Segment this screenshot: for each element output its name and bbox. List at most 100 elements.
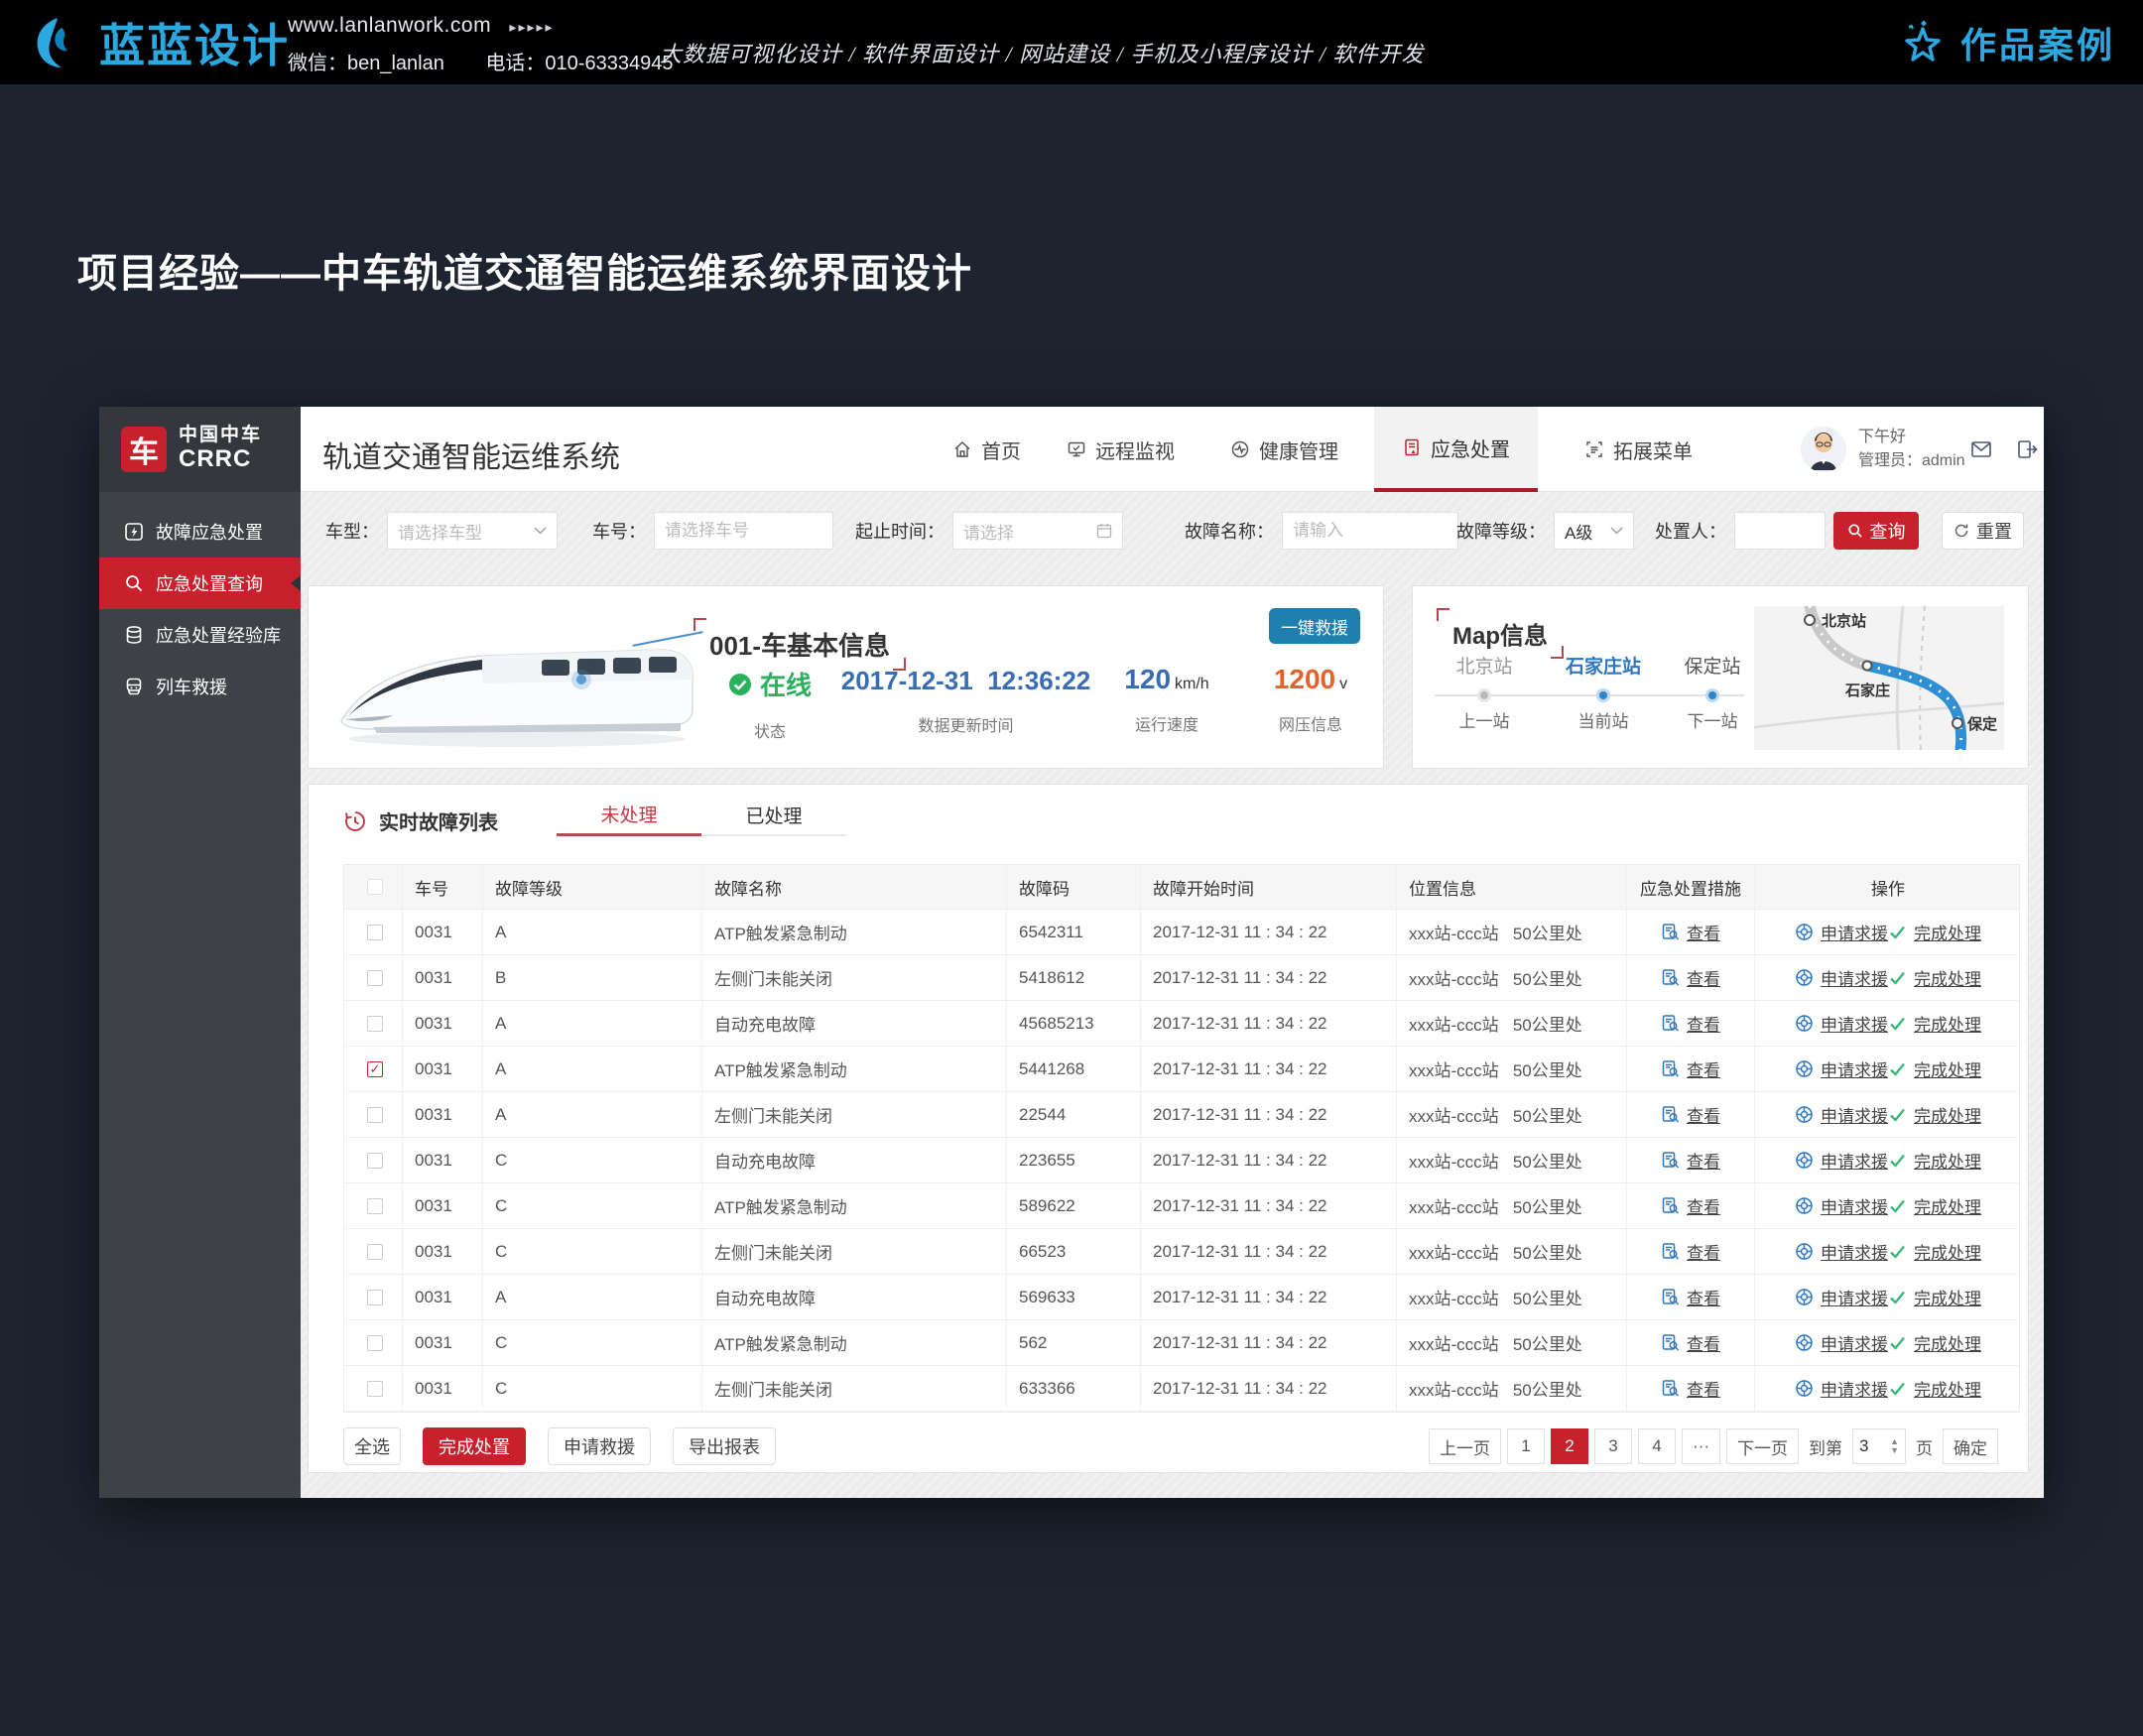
row-checkbox[interactable]: ✓ (367, 1061, 383, 1077)
avatar[interactable] (1801, 427, 1846, 472)
sidebar-item-fault-emergency[interactable]: 故障应急处置 (99, 506, 301, 558)
cell-fault-name: 自动充电故障 (702, 1275, 1007, 1319)
request-rescue-action[interactable]: 申请求援 (1795, 1239, 1888, 1264)
filter-label: 车号： (592, 518, 646, 544)
confirm-page-button[interactable]: 确定 (1943, 1428, 1998, 1464)
view-action[interactable]: 查看 (1661, 1376, 1720, 1401)
row-checkbox[interactable] (367, 1290, 383, 1305)
view-action[interactable]: 查看 (1661, 1239, 1720, 1264)
fault-level-select[interactable]: A级 (1554, 512, 1634, 550)
cell-car-no: 0031 (403, 1047, 483, 1091)
cell-fault-name: 左侧门未能关闭 (702, 1092, 1007, 1137)
page-button[interactable]: 1 (1507, 1428, 1545, 1464)
mail-icon[interactable] (1969, 437, 1993, 461)
time-range-picker[interactable]: 请选择 (952, 512, 1123, 550)
vehicle-type-select[interactable]: 请选择车型 (387, 512, 558, 550)
check-icon (1888, 1333, 1907, 1352)
tab-unprocessed[interactable]: 未处理 (557, 795, 701, 836)
cell-start-time: 2017-12-31 11 : 34 : 22 (1141, 1138, 1397, 1182)
filter-time-range: 起止时间： 请选择 (855, 512, 1123, 550)
prev-page-button[interactable]: 上一页 (1429, 1428, 1501, 1464)
request-rescue-action[interactable]: 申请求援 (1795, 920, 1888, 944)
portfolio-link[interactable]: 作品案例 (1897, 0, 2115, 84)
complete-action[interactable]: 完成处理 (1888, 920, 1981, 944)
request-rescue-action[interactable]: 申请求援 (1795, 1011, 1888, 1036)
complete-action[interactable]: 完成处理 (1888, 1285, 1981, 1309)
row-checkbox[interactable] (367, 1335, 383, 1351)
complete-action[interactable]: 完成处理 (1888, 1376, 1981, 1401)
row-checkbox[interactable] (367, 1107, 383, 1123)
request-rescue-action[interactable]: 申请求援 (1795, 1148, 1888, 1173)
row-checkbox[interactable] (367, 970, 383, 986)
request-rescue-action[interactable]: 申请求援 (1795, 1376, 1888, 1401)
complete-action[interactable]: 完成处理 (1888, 1102, 1981, 1127)
tab-remote-monitor[interactable]: 远程监视 (1067, 407, 1175, 492)
request-rescue-button[interactable]: 申请救援 (548, 1427, 651, 1465)
request-rescue-action[interactable]: 申请求援 (1795, 1056, 1888, 1081)
lanlan-logo[interactable]: 蓝蓝设计 (28, 10, 290, 75)
view-action[interactable]: 查看 (1661, 1193, 1720, 1218)
logout-icon[interactable] (2015, 437, 2039, 461)
row-checkbox[interactable] (367, 1153, 383, 1169)
tab-expand-menu[interactable]: 拓展菜单 (1584, 407, 1693, 492)
vehicle-no-input[interactable] (665, 521, 822, 541)
complete-dispose-button[interactable]: 完成处置 (423, 1427, 526, 1465)
sidebar-item-label: 故障应急处置 (156, 519, 263, 545)
tab-emergency-response[interactable]: 应急处置 (1374, 407, 1538, 492)
row-checkbox[interactable] (367, 1016, 383, 1032)
view-action[interactable]: 查看 (1661, 1330, 1720, 1355)
fault-name-input[interactable] (1293, 521, 1448, 541)
view-action[interactable]: 查看 (1661, 965, 1720, 990)
goto-page-input[interactable]: 3 ▲▼ (1852, 1428, 1906, 1464)
request-rescue-action[interactable]: 申请求援 (1795, 1285, 1888, 1309)
page-button[interactable]: 3 (1594, 1428, 1632, 1464)
tab-home[interactable]: 首页 (952, 407, 1021, 492)
complete-action[interactable]: 完成处理 (1888, 1193, 1981, 1218)
request-rescue-action[interactable]: 申请求援 (1795, 1330, 1888, 1355)
page-button[interactable]: 4 (1638, 1428, 1676, 1464)
request-rescue-action[interactable]: 申请求援 (1795, 1102, 1888, 1127)
tab-processed[interactable]: 已处理 (701, 795, 846, 836)
one-key-rescue-button[interactable]: 一键救援 (1269, 608, 1360, 644)
view-action[interactable]: 查看 (1661, 1148, 1720, 1173)
tab-health-management[interactable]: 健康管理 (1230, 407, 1338, 492)
website-url[interactable]: www.lanlanwork.com (288, 14, 491, 37)
row-checkbox[interactable] (367, 1198, 383, 1214)
complete-action[interactable]: 完成处理 (1888, 1148, 1981, 1173)
view-action[interactable]: 查看 (1661, 920, 1720, 944)
complete-action[interactable]: 完成处理 (1888, 1011, 1981, 1036)
sidebar-item-train-rescue[interactable]: 列车救援 (99, 661, 301, 712)
page-button[interactable]: 2 (1551, 1428, 1588, 1464)
row-checkbox[interactable] (367, 1244, 383, 1260)
row-checkbox[interactable] (367, 1381, 383, 1397)
select-all-button[interactable]: 全选 (343, 1427, 401, 1465)
sidebar-item-experience-library[interactable]: 应急处置经验库 (99, 609, 301, 661)
search-button[interactable]: 查询 (1833, 512, 1919, 550)
sidebar-item-emergency-query[interactable]: 应急处置查询 (99, 558, 301, 609)
request-rescue-action[interactable]: 申请求援 (1795, 1193, 1888, 1218)
complete-action[interactable]: 完成处理 (1888, 1239, 1981, 1264)
handler-input[interactable] (1745, 521, 1815, 541)
expand-menu-icon (1584, 439, 1604, 459)
select-all-checkbox[interactable] (367, 879, 383, 895)
view-action[interactable]: 查看 (1661, 1285, 1720, 1309)
page-ellipsis[interactable]: ··· (1682, 1428, 1720, 1464)
station-previous-role: 上一站 (1430, 707, 1539, 732)
spinner-arrows[interactable]: ▲▼ (1890, 1437, 1899, 1455)
complete-action[interactable]: 完成处理 (1888, 1056, 1981, 1081)
view-action[interactable]: 查看 (1661, 1056, 1720, 1081)
export-report-button[interactable]: 导出报表 (673, 1427, 776, 1465)
table-row: 0031 B 左侧门未能关闭 5418612 2017-12-31 11 : 3… (344, 955, 2019, 1001)
view-action[interactable]: 查看 (1661, 1011, 1720, 1036)
view-action[interactable]: 查看 (1661, 1102, 1720, 1127)
request-rescue-action[interactable]: 申请求援 (1795, 965, 1888, 990)
check-icon (1888, 1151, 1907, 1170)
next-page-button[interactable]: 下一页 (1726, 1428, 1799, 1464)
complete-action[interactable]: 完成处理 (1888, 1330, 1981, 1355)
reset-button[interactable]: 重置 (1942, 512, 2024, 550)
lifebuoy-icon (1795, 1105, 1814, 1124)
complete-action[interactable]: 完成处理 (1888, 965, 1981, 990)
cell-car-no: 0031 (403, 1183, 483, 1228)
row-checkbox[interactable] (367, 925, 383, 940)
search-icon (123, 572, 145, 594)
